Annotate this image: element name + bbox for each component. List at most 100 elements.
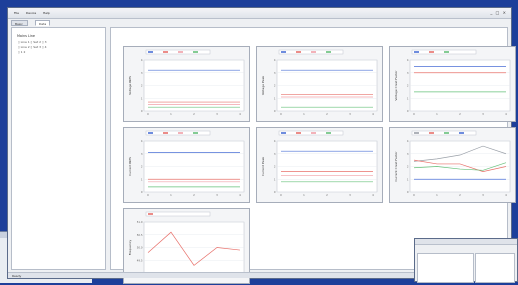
x-tick-label: 0 [413,112,415,116]
y-tick-label: 1 [407,96,409,100]
y-tick-label: 49.5 [137,258,143,262]
legend-swatch [444,51,449,53]
chart-svg: 0 1 2 3 4 0 1 2 3 4 Current RMS [128,130,245,197]
x-tick-label: 1 [436,193,438,197]
chart-0: 0 1 2 3 4 0 1 2 3 4 Voltage RMS [123,46,250,122]
menu-item-device[interactable]: Device [26,11,36,15]
x-tick-label: 0 [147,193,149,197]
legend-swatch [429,51,434,53]
x-tick-label: 2 [459,193,461,197]
y-tick-label: 4 [141,139,143,143]
left-panel-row-2[interactable]: ▯ Line 2 ▯ Set 3 ▯ 4 [18,45,47,49]
y-axis-label: Current Crest Factor [394,151,398,182]
y-tick-label: 4 [407,58,409,62]
legend-swatch [148,132,153,134]
window-controls[interactable]: _ □ × [490,10,507,15]
y-tick-label: 4 [274,58,276,62]
x-tick-label: 1 [303,193,305,197]
legend-swatch [444,132,449,134]
y-tick-label: 0 [141,190,143,194]
y-tick-label: 1 [274,177,276,181]
x-tick-label: 2 [326,193,328,197]
y-axis-label: Voltage Peak [261,76,265,96]
x-tick-label: 4 [372,193,374,197]
y-axis-label: Voltage Crest Factor [394,70,398,101]
legend-swatch [414,51,419,53]
y-tick-label: 1 [141,177,143,181]
y-tick-label: 3 [141,152,143,156]
background-panel [417,253,474,283]
legend-swatch [148,51,153,53]
chart-svg: 0 1 2 3 4 0 1 2 3 4 Voltage Crest Factor [394,49,511,116]
x-tick-label: 3 [216,112,218,116]
x-tick-label: 4 [505,112,507,116]
legend-swatch [163,51,168,53]
x-tick-label: 3 [482,193,484,197]
legend-swatch [296,51,301,53]
y-tick-label: 4 [407,139,409,143]
y-tick-label: 51.0 [137,220,143,224]
legend-swatch [148,213,153,215]
background-side-panel [475,253,515,283]
y-tick-label: 3 [274,71,276,75]
x-tick-label: 0 [147,112,149,116]
chart-svg: 0 1 2 3 4 0 1 2 3 4 Voltage RMS [128,49,245,116]
legend-swatch [326,132,331,134]
legend-swatch [281,51,286,53]
x-tick-label: 4 [239,193,241,197]
y-tick-label: 1 [274,96,276,100]
x-tick-label: 1 [170,193,172,197]
y-tick-label: 2 [407,165,409,169]
chart-svg: 0 1 2 3 4 0 1 2 3 4 Voltage Peak [261,49,378,116]
chart-2: 0 1 2 3 4 0 1 2 3 4 Voltage Crest Factor [389,46,516,122]
x-tick-label: 3 [482,112,484,116]
legend-swatch [311,51,316,53]
y-tick-label: 3 [141,71,143,75]
background-menu-bar [415,239,517,245]
x-tick-label: 4 [505,193,507,197]
y-tick-label: 1 [407,177,409,181]
legend-swatch [311,132,316,134]
y-axis-label: Frequency [128,240,132,256]
y-tick-label: 0 [274,109,276,113]
y-tick-label: 50.0 [137,246,143,250]
x-tick-label: 0 [280,112,282,116]
legend-swatch [178,51,183,53]
chart-1: 0 1 2 3 4 0 1 2 3 4 Voltage Peak [256,46,383,122]
legend-swatch [326,51,331,53]
x-tick-label: 3 [216,193,218,197]
legend-swatch [296,132,301,134]
y-tick-label: 0 [407,109,409,113]
tab-basic-setup[interactable]: Basic Setup [11,20,28,32]
y-tick-label: 0 [141,109,143,113]
legend-swatch [163,132,168,134]
menu-item-file[interactable]: File [14,11,19,15]
legend-swatch [178,132,183,134]
y-tick-label: 3 [407,152,409,156]
chart-legend[interactable] [145,211,211,217]
chart-4: 0 1 2 3 4 0 1 2 3 4 Current Peak [256,127,383,203]
left-panel-row-3[interactable]: ▯ 1 2 [18,50,25,54]
menu-item-help[interactable]: Help [43,11,50,15]
y-tick-label: 2 [141,165,143,169]
legend-swatch [459,132,464,134]
y-tick-label: 4 [274,139,276,143]
charts-area: 0 1 2 3 4 0 1 2 3 4 Voltage RMS 0 1 2 3 4 0 1 2 3 4 Voltage P… [110,27,516,284]
left-panel-title: Mains Line [17,34,36,38]
x-tick-label: 0 [280,193,282,197]
menu-bar: File Device Help _ □ × [8,8,511,19]
left-panel-row-1[interactable]: ▯ Line 1 ▯ Set 2 ▯ 3 [18,40,47,44]
legend-swatch [429,132,434,134]
chart-3: 0 1 2 3 4 0 1 2 3 4 Current RMS [123,127,250,203]
y-tick-label: 2 [141,84,143,88]
chart-svg: 0 1 2 3 4 0 1 2 3 4 Current Peak [261,130,378,197]
y-tick-label: 2 [274,84,276,88]
legend-swatch [193,132,198,134]
y-axis-label: Current RMS [128,157,132,176]
background-window-right [414,238,518,283]
legend-swatch [193,51,198,53]
x-tick-label: 1 [303,112,305,116]
tab-data[interactable]: Data [35,20,51,26]
y-axis-label: Current Peak [261,157,265,177]
x-tick-label: 3 [349,112,351,116]
